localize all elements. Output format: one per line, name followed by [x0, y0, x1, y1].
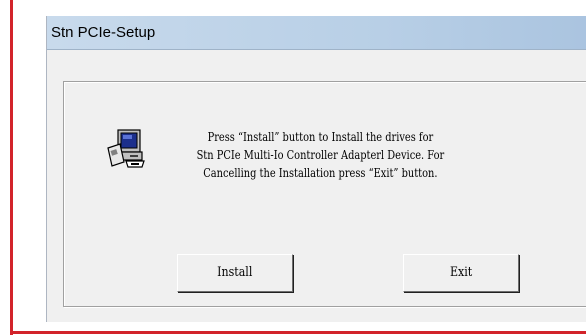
install-button[interactable]: Install: [177, 254, 293, 292]
instruction-message: Press “Install” button to Install the dr…: [140, 128, 501, 182]
title-bar[interactable]: Stn PCIe-Setup: [47, 16, 586, 50]
setup-dialog: Stn PCIe-Setup Press “Install” button to…: [46, 16, 586, 322]
message-group-box: Press “Install” button to Install the dr…: [63, 81, 586, 307]
window-title: Stn PCIe-Setup: [51, 24, 156, 41]
install-button-label: Install: [217, 265, 253, 280]
dialog-body: Press “Install” button to Install the dr…: [47, 50, 586, 322]
annotation-border-left: [10, 0, 13, 335]
message-line: Press “Install” button to Install the dr…: [207, 130, 434, 144]
screenshot-frame: Stn PCIe-Setup Press “Install” button to…: [0, 0, 586, 335]
annotation-border-bottom: [10, 331, 586, 334]
message-line: Cancelling the Installation press “Exit”…: [203, 166, 438, 180]
message-line: Stn PCIe Multi-Io Controller Adapterl De…: [196, 148, 445, 162]
exit-button[interactable]: Exit: [403, 254, 519, 292]
exit-button-label: Exit: [449, 265, 473, 280]
